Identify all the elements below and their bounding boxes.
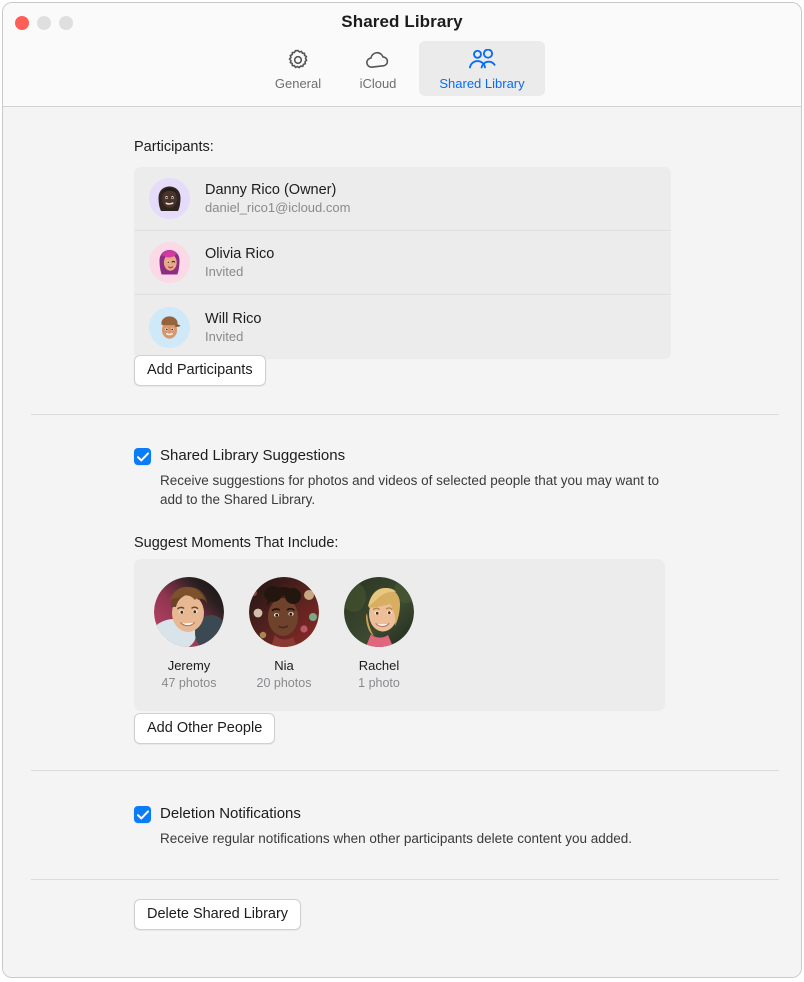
delete-shared-library-button[interactable]: Delete Shared Library [134, 899, 302, 930]
window-title: Shared Library [341, 12, 463, 31]
photo-rachel [344, 577, 414, 647]
avatar-danny-rico [149, 178, 190, 219]
suggested-person-name: Jeremy [167, 658, 211, 673]
add-participants-button[interactable]: Add Participants [134, 355, 266, 386]
shared-library-suggestions-section: Shared Library Suggestions Receive sugge… [134, 447, 674, 509]
suggested-person-count: 47 photos [161, 676, 217, 690]
add-other-people-button[interactable]: Add Other People [134, 713, 276, 744]
participant-row[interactable]: Danny Rico (Owner) daniel_rico1@icloud.c… [134, 167, 671, 231]
participant-detail: daniel_rico1@icloud.com [205, 200, 351, 215]
deletion-notifications-row[interactable]: Deletion Notifications [134, 805, 674, 823]
participant-row[interactable]: Olivia Rico Invited [134, 231, 671, 295]
preferences-window: Shared Library General iCloud Shared Lib… [2, 2, 802, 978]
suggest-moments-label: Suggest Moments That Include: [134, 535, 339, 551]
shared-library-suggestions-row[interactable]: Shared Library Suggestions [134, 447, 674, 465]
shared-library-suggestions-checkbox[interactable] [134, 448, 151, 465]
tab-general[interactable]: General [259, 41, 337, 96]
participants-label: Participants: [134, 139, 214, 155]
photo-jeremy [154, 577, 224, 647]
deletion-notifications-checkbox[interactable] [134, 806, 151, 823]
participant-row[interactable]: Will Rico Invited [134, 295, 671, 359]
suggested-person-name: Nia [274, 658, 294, 673]
preferences-content: Participants: Danny Rico (Owner) daniel_… [3, 107, 801, 977]
participant-detail: Invited [205, 264, 244, 279]
suggested-person-count: 20 photos [256, 676, 312, 690]
two-people-icon [467, 47, 497, 73]
participants-list: Danny Rico (Owner) daniel_rico1@icloud.c… [134, 167, 671, 359]
suggested-person-nia[interactable]: Nia 20 photos [246, 577, 322, 690]
deletion-notifications-section: Deletion Notifications Receive regular n… [134, 805, 674, 848]
suggested-person-name: Rachel [358, 658, 400, 673]
suggested-person-jeremy[interactable]: Jeremy 47 photos [151, 577, 227, 690]
section-divider [31, 770, 779, 771]
shared-library-suggestions-label: Shared Library Suggestions [160, 447, 346, 464]
deletion-notifications-description: Receive regular notifications when other… [160, 831, 633, 846]
shared-library-suggestions-description: Receive suggestions for photos and video… [160, 473, 660, 507]
cloud-icon [365, 47, 391, 73]
tab-shared-library[interactable]: Shared Library [419, 41, 545, 96]
participant-detail: Invited [205, 328, 244, 344]
participant-name: Will Rico [205, 310, 262, 327]
participant-text: Will Rico Invited [205, 311, 261, 344]
tab-icloud[interactable]: iCloud [339, 41, 417, 96]
tab-general-label: General [274, 76, 322, 91]
participant-name: Danny Rico (Owner) [205, 182, 337, 198]
title-bar: Shared Library General iCloud Shared Lib… [3, 3, 801, 107]
suggested-people-strip: Jeremy 47 photos Nia 20 photos Rachel 1 … [134, 559, 665, 690]
participant-name: Olivia Rico [205, 246, 275, 262]
avatar-will-rico [149, 306, 190, 348]
suggested-people-panel: Jeremy 47 photos Nia 20 photos Rachel 1 … [134, 559, 665, 711]
tab-icloud-label: iCloud [359, 76, 397, 91]
avatar-olivia-rico [149, 242, 190, 283]
suggested-person-rachel[interactable]: Rachel 1 photo [341, 577, 417, 690]
suggested-person-count: 1 photo [358, 676, 400, 690]
participant-text: Danny Rico (Owner) daniel_rico1@icloud.c… [205, 182, 350, 215]
preferences-toolbar: General iCloud Shared Library [3, 41, 801, 96]
section-divider [31, 414, 779, 415]
deletion-notifications-label: Deletion Notifications [160, 805, 301, 822]
tab-shared-library-label: Shared Library [439, 76, 525, 91]
photo-nia [249, 577, 319, 647]
section-divider [31, 879, 779, 880]
participant-text: Olivia Rico Invited [205, 246, 274, 279]
gear-icon [286, 47, 310, 73]
